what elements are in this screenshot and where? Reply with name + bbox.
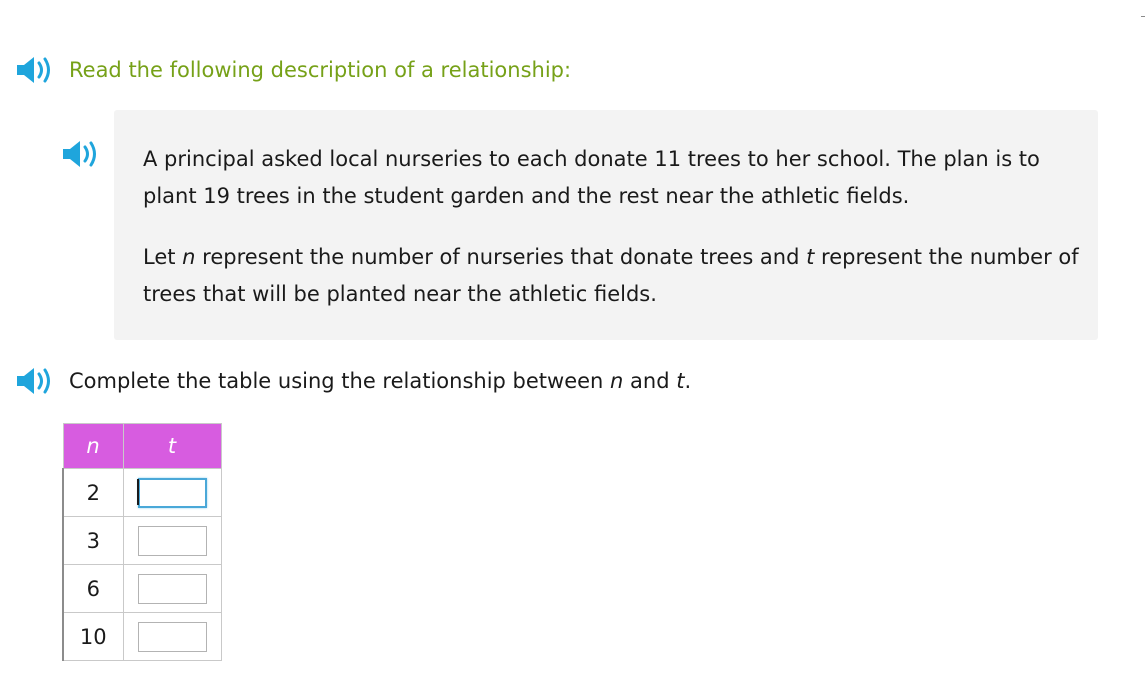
n-value: 10 xyxy=(62,612,124,661)
complete-suffix: . xyxy=(684,369,692,393)
description-text: A principal asked local nurseries to eac… xyxy=(143,141,1083,313)
speaker-icon-graphic xyxy=(63,141,96,167)
complete-variable-n: n xyxy=(610,369,624,393)
t-cell xyxy=(122,564,222,613)
complete-speaker-icon[interactable] xyxy=(16,366,54,396)
t-answer-input[interactable] xyxy=(137,573,207,604)
header-t: t xyxy=(122,423,222,469)
header-n: n xyxy=(62,423,124,469)
speaker-icon[interactable] xyxy=(16,55,54,85)
corner-mark xyxy=(1141,16,1145,17)
t-answer-input[interactable] xyxy=(137,621,207,652)
relationship-table: n t 2 3 6 10 xyxy=(62,423,222,661)
complete-prefix: Complete the table using the relationshi… xyxy=(69,369,611,393)
table-row: 3 xyxy=(62,516,222,565)
t-cell xyxy=(122,516,222,565)
t-answer-input[interactable] xyxy=(137,525,207,556)
description-speaker-icon[interactable] xyxy=(62,139,100,169)
speaker-icon-graphic xyxy=(17,368,50,394)
n-value: 6 xyxy=(62,564,124,613)
description-paragraph-1: A principal asked local nurseries to eac… xyxy=(143,147,1040,208)
table-row: 2 xyxy=(62,468,222,517)
p2-let: Let xyxy=(143,245,183,269)
question-page: Read the following description of a rela… xyxy=(0,0,1145,683)
text-cursor xyxy=(137,479,139,505)
table-row: 10 xyxy=(62,612,222,661)
n-value: 3 xyxy=(62,516,124,565)
n-value: 2 xyxy=(62,468,124,517)
table-row: 6 xyxy=(62,564,222,613)
table-header-row: n t xyxy=(62,423,222,469)
t-answer-input[interactable] xyxy=(137,477,207,508)
read-instruction: Read the following description of a rela… xyxy=(69,58,572,82)
p2-mid: represent the number of nurseries that d… xyxy=(195,245,807,269)
variable-n: n xyxy=(182,245,196,269)
description-box: A principal asked local nurseries to eac… xyxy=(114,110,1098,340)
complete-mid: and xyxy=(623,369,677,393)
description-paragraph-2: Let n represent the number of nurseries … xyxy=(143,239,1083,313)
t-cell xyxy=(122,612,222,661)
speaker-icon-graphic xyxy=(17,57,50,83)
complete-instruction: Complete the table using the relationshi… xyxy=(69,368,691,394)
